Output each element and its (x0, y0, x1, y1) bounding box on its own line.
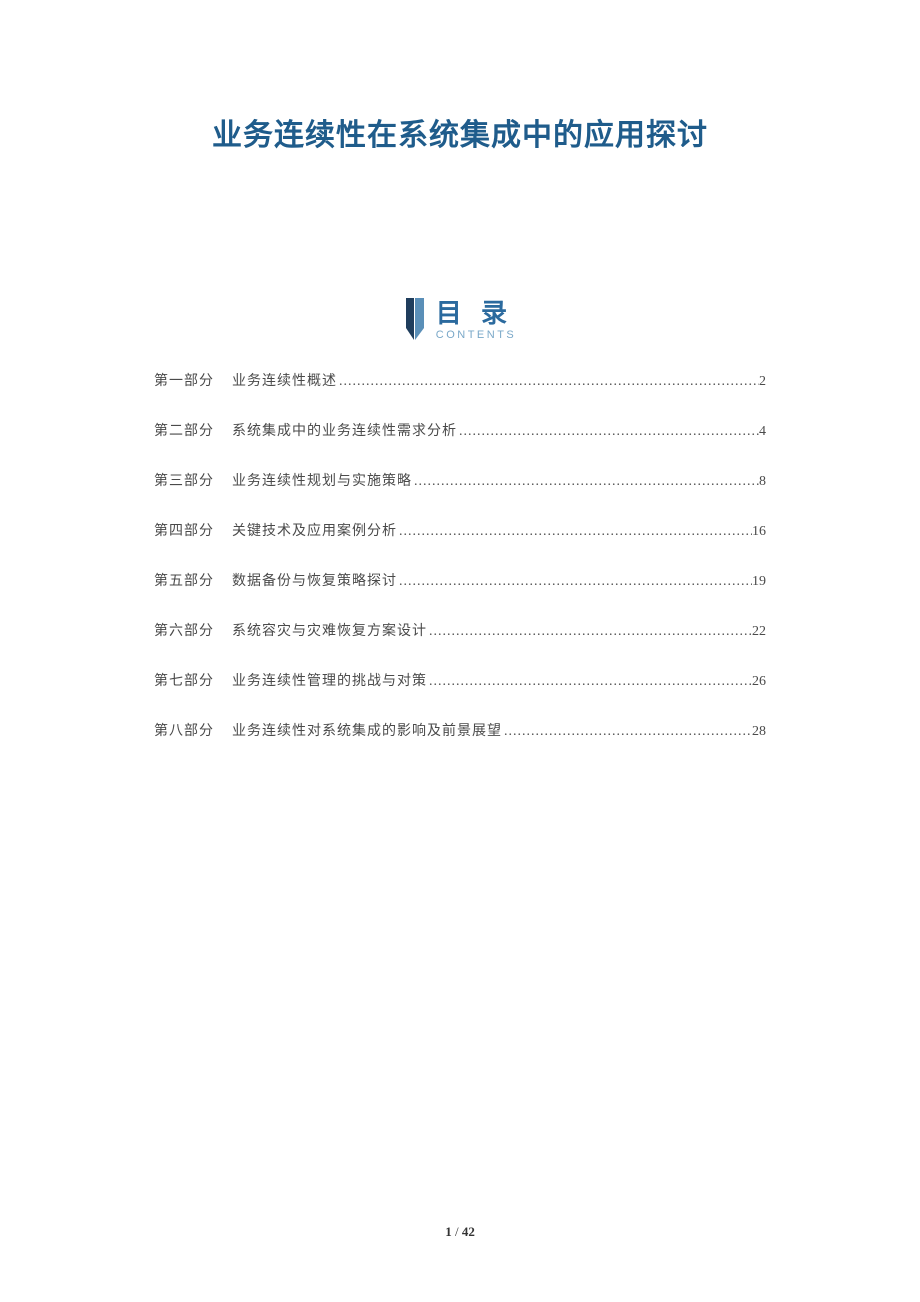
toc-page-number: 19 (752, 574, 766, 590)
toc-page-number: 2 (759, 374, 766, 390)
toc-part-label: 第三部分 (154, 470, 214, 490)
toc-entry-title: 关键技术及应用案例分析 (232, 520, 397, 540)
toc-page-number: 22 (752, 624, 766, 640)
page-title: 业务连续性在系统集成中的应用探讨 (0, 0, 920, 154)
toc-leader-dots: ........................................… (337, 374, 759, 390)
toc-entry[interactable]: 第三部分 业务连续性规划与实施策略 ......................… (154, 470, 766, 490)
toc-part-label: 第七部分 (154, 670, 214, 690)
toc-part-label: 第八部分 (154, 720, 214, 740)
toc-entry-title: 业务连续性概述 (232, 370, 337, 390)
toc-label-en: CONTENTS (436, 329, 517, 341)
page-footer: 1 / 42 (0, 1224, 920, 1240)
toc-part-label: 第四部分 (154, 520, 214, 540)
toc-page-number: 4 (759, 424, 766, 440)
page-total: 42 (462, 1224, 475, 1239)
page-sep: / (452, 1224, 462, 1239)
toc-part-label: 第六部分 (154, 620, 214, 640)
toc-entry-title: 业务连续性规划与实施策略 (232, 470, 412, 490)
toc-entry[interactable]: 第八部分 业务连续性对系统集成的影响及前景展望 ................… (154, 720, 766, 740)
toc-label-cn: 目 录 (436, 299, 517, 328)
toc-list: 第一部分 业务连续性概述 ...........................… (154, 370, 766, 740)
toc-page-number: 26 (752, 674, 766, 690)
toc-leader-dots: ........................................… (397, 524, 752, 540)
toc-leader-dots: ........................................… (427, 674, 752, 690)
toc-entry[interactable]: 第六部分 系统容灾与灾难恢复方案设计 .....................… (154, 620, 766, 640)
toc-leader-dots: ........................................… (427, 624, 752, 640)
toc-page-number: 8 (759, 474, 766, 490)
toc-entry-title: 系统集成中的业务连续性需求分析 (232, 420, 457, 440)
toc-entry[interactable]: 第一部分 业务连续性概述 ...........................… (154, 370, 766, 390)
toc-part-label: 第二部分 (154, 420, 214, 440)
toc-part-label: 第五部分 (154, 570, 214, 590)
toc-entry[interactable]: 第七部分 业务连续性管理的挑战与对策 .....................… (154, 670, 766, 690)
toc-leader-dots: ........................................… (412, 474, 759, 490)
toc-bookmark-icon (404, 298, 426, 342)
toc-entry[interactable]: 第五部分 数据备份与恢复策略探讨 .......................… (154, 570, 766, 590)
toc-leader-dots: ........................................… (397, 574, 752, 590)
toc-header: 目 录 CONTENTS (0, 298, 920, 342)
toc-page-number: 16 (752, 524, 766, 540)
toc-page-number: 28 (752, 724, 766, 740)
toc-entry[interactable]: 第二部分 系统集成中的业务连续性需求分析 ...................… (154, 420, 766, 440)
toc-part-label: 第一部分 (154, 370, 214, 390)
toc-leader-dots: ........................................… (457, 424, 759, 440)
toc-entry-title: 数据备份与恢复策略探讨 (232, 570, 397, 590)
toc-entry[interactable]: 第四部分 关键技术及应用案例分析 .......................… (154, 520, 766, 540)
toc-entry-title: 系统容灾与灾难恢复方案设计 (232, 620, 427, 640)
toc-entry-title: 业务连续性管理的挑战与对策 (232, 670, 427, 690)
toc-entry-title: 业务连续性对系统集成的影响及前景展望 (232, 720, 502, 740)
toc-leader-dots: ........................................… (502, 724, 752, 740)
